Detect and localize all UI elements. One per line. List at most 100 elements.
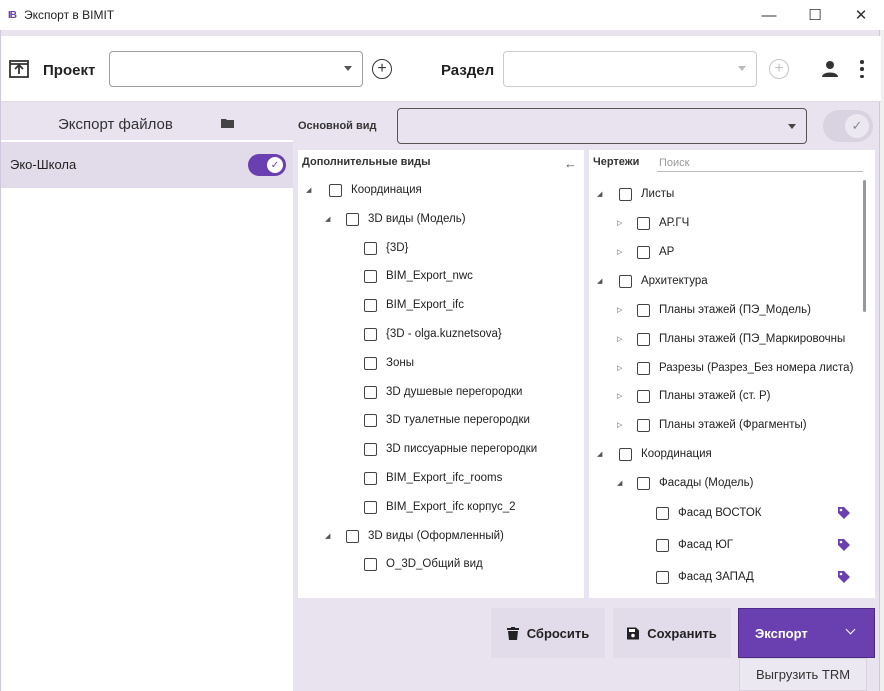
- checkbox[interactable]: [364, 442, 377, 456]
- main-view-toggle[interactable]: ✓: [823, 110, 873, 142]
- checkbox[interactable]: [364, 327, 377, 341]
- tree-row[interactable]: ▷ Планы этажей (Фрагменты): [617, 414, 807, 436]
- tree-row[interactable]: Зоны: [364, 352, 414, 374]
- expand-toggle-icon[interactable]: ▷: [617, 392, 627, 400]
- tree-row[interactable]: BIM_Export_nwc: [364, 265, 473, 287]
- chevron-down-icon[interactable]: [845, 624, 856, 635]
- checkbox[interactable]: [364, 557, 377, 571]
- tree-row[interactable]: 3D душевые перегородки: [364, 381, 522, 403]
- tree-row[interactable]: ▷ Планы этажей (ПЭ_Маркировочны: [617, 328, 845, 350]
- back-arrow-icon[interactable]: ←: [564, 156, 577, 171]
- tree-row[interactable]: ▷ Планы этажей (ст. Р): [617, 385, 771, 407]
- checkbox[interactable]: [637, 216, 650, 230]
- user-icon[interactable]: [821, 60, 839, 78]
- checkbox[interactable]: [637, 303, 650, 317]
- checkbox[interactable]: [346, 529, 359, 543]
- checkbox[interactable]: [364, 385, 377, 399]
- reset-button-label: Сбросить: [526, 625, 590, 641]
- checkbox[interactable]: [329, 183, 342, 197]
- tree-row[interactable]: ◢ Координация: [597, 443, 712, 465]
- section-select[interactable]: [503, 51, 757, 87]
- expand-toggle-icon[interactable]: ◢: [617, 479, 627, 487]
- tree-row[interactable]: ▷ Разрезы (Разрез_Без номера листа): [617, 357, 853, 379]
- tree-row[interactable]: 3D писсуарные перегородки: [364, 438, 537, 460]
- tree-row-label: BIM_Export_nwc: [386, 270, 473, 282]
- file-enabled-toggle[interactable]: ✓: [248, 154, 286, 176]
- tree-row[interactable]: ▷ АР.ГЧ: [617, 212, 689, 234]
- checkbox[interactable]: [619, 187, 632, 201]
- tree-row[interactable]: BIM_Export_ifc_rooms: [364, 467, 502, 489]
- tree-row[interactable]: ◢ Координация: [306, 179, 422, 201]
- close-button[interactable]: ✕: [838, 0, 884, 30]
- kebab-menu-icon[interactable]: [859, 60, 865, 78]
- expand-toggle-icon[interactable]: ◢: [597, 190, 607, 198]
- folder-icon[interactable]: [221, 118, 234, 128]
- save-button[interactable]: Сохранить: [613, 608, 731, 658]
- checkbox[interactable]: [637, 245, 650, 259]
- tree-row[interactable]: Фасад ВОСТОК: [656, 502, 762, 524]
- tree-row[interactable]: BIM_Export_ifc корпус_2: [364, 496, 516, 518]
- checkbox[interactable]: [656, 506, 669, 520]
- expand-toggle-icon[interactable]: ◢: [597, 450, 607, 458]
- project-select[interactable]: [109, 51, 363, 87]
- checkbox[interactable]: [637, 361, 650, 375]
- tag-icon[interactable]: [837, 538, 851, 552]
- expand-toggle-icon[interactable]: ▷: [617, 248, 627, 256]
- export-button[interactable]: Экспорт: [738, 608, 875, 658]
- tree-row[interactable]: ◢ Архитектура: [597, 270, 708, 292]
- expand-toggle-icon[interactable]: ◢: [306, 186, 316, 194]
- expand-toggle-icon[interactable]: ◢: [325, 532, 335, 540]
- tree-row[interactable]: ▷ Планы этажей (ПЭ_Модель): [617, 299, 811, 321]
- checkbox[interactable]: [619, 274, 632, 288]
- checkbox[interactable]: [656, 570, 669, 584]
- tag-icon[interactable]: [837, 570, 851, 584]
- checkbox[interactable]: [637, 476, 650, 490]
- drawings-search-input[interactable]: [657, 154, 863, 172]
- tree-row-label: Планы этажей (ст. Р): [659, 390, 771, 402]
- tree-row[interactable]: Фасад ЗАПАД: [656, 566, 754, 588]
- checkbox[interactable]: [346, 212, 359, 226]
- tree-row[interactable]: ◢ Листы: [597, 183, 674, 205]
- checkbox[interactable]: [364, 298, 377, 312]
- tree-row[interactable]: ◢ 3D виды (Оформленный): [325, 525, 504, 547]
- checkbox[interactable]: [619, 447, 632, 461]
- expand-toggle-icon[interactable]: ▷: [617, 421, 627, 429]
- checkbox[interactable]: [364, 471, 377, 485]
- export-trm-menu-item[interactable]: Выгрузить TRM: [739, 658, 867, 691]
- checkbox[interactable]: [637, 418, 650, 432]
- tag-icon[interactable]: [837, 506, 851, 520]
- expand-toggle-icon[interactable]: ▷: [617, 335, 627, 343]
- tree-row[interactable]: ◢ Фасады (Модель): [617, 472, 753, 494]
- tree-row[interactable]: ▷ АР: [617, 241, 674, 263]
- tree-row[interactable]: BIM_Export_ifc: [364, 294, 464, 316]
- main-view-select[interactable]: [397, 108, 807, 144]
- checkbox[interactable]: [637, 389, 650, 403]
- add-project-button[interactable]: +: [372, 59, 392, 79]
- tree-row-label: Фасад ЗАПАД: [678, 571, 754, 583]
- upload-icon[interactable]: [9, 60, 29, 78]
- expand-toggle-icon[interactable]: ▷: [617, 306, 627, 314]
- expand-toggle-icon[interactable]: ◢: [597, 277, 607, 285]
- expand-toggle-icon[interactable]: ▷: [617, 364, 627, 372]
- scrollbar-thumb[interactable]: [863, 180, 866, 312]
- tree-row[interactable]: 3D туалетные перегородки: [364, 409, 530, 431]
- checkbox[interactable]: [364, 356, 377, 370]
- expand-toggle-icon[interactable]: ◢: [325, 215, 335, 223]
- checkbox[interactable]: [364, 241, 377, 255]
- checkbox[interactable]: [364, 500, 377, 514]
- add-section-button[interactable]: +: [769, 59, 789, 79]
- expand-toggle-icon[interactable]: ▷: [617, 219, 627, 227]
- minimize-button[interactable]: —: [746, 0, 792, 30]
- tree-row[interactable]: О_3D_Общий вид: [364, 553, 483, 575]
- checkbox[interactable]: [656, 538, 669, 552]
- reset-button[interactable]: Сбросить: [491, 608, 605, 658]
- tree-row[interactable]: {3D - olga.kuznetsova}: [364, 323, 502, 345]
- maximize-button[interactable]: ☐: [792, 0, 838, 30]
- checkbox[interactable]: [637, 332, 650, 346]
- tree-row[interactable]: {3D}: [364, 237, 408, 259]
- checkbox[interactable]: [364, 269, 377, 283]
- tree-row[interactable]: ◢ 3D виды (Модель): [325, 208, 466, 230]
- checkbox[interactable]: [364, 413, 377, 427]
- tree-row[interactable]: Фасад ЮГ: [656, 534, 733, 556]
- file-item[interactable]: Эко-Школа ✓: [1, 142, 293, 188]
